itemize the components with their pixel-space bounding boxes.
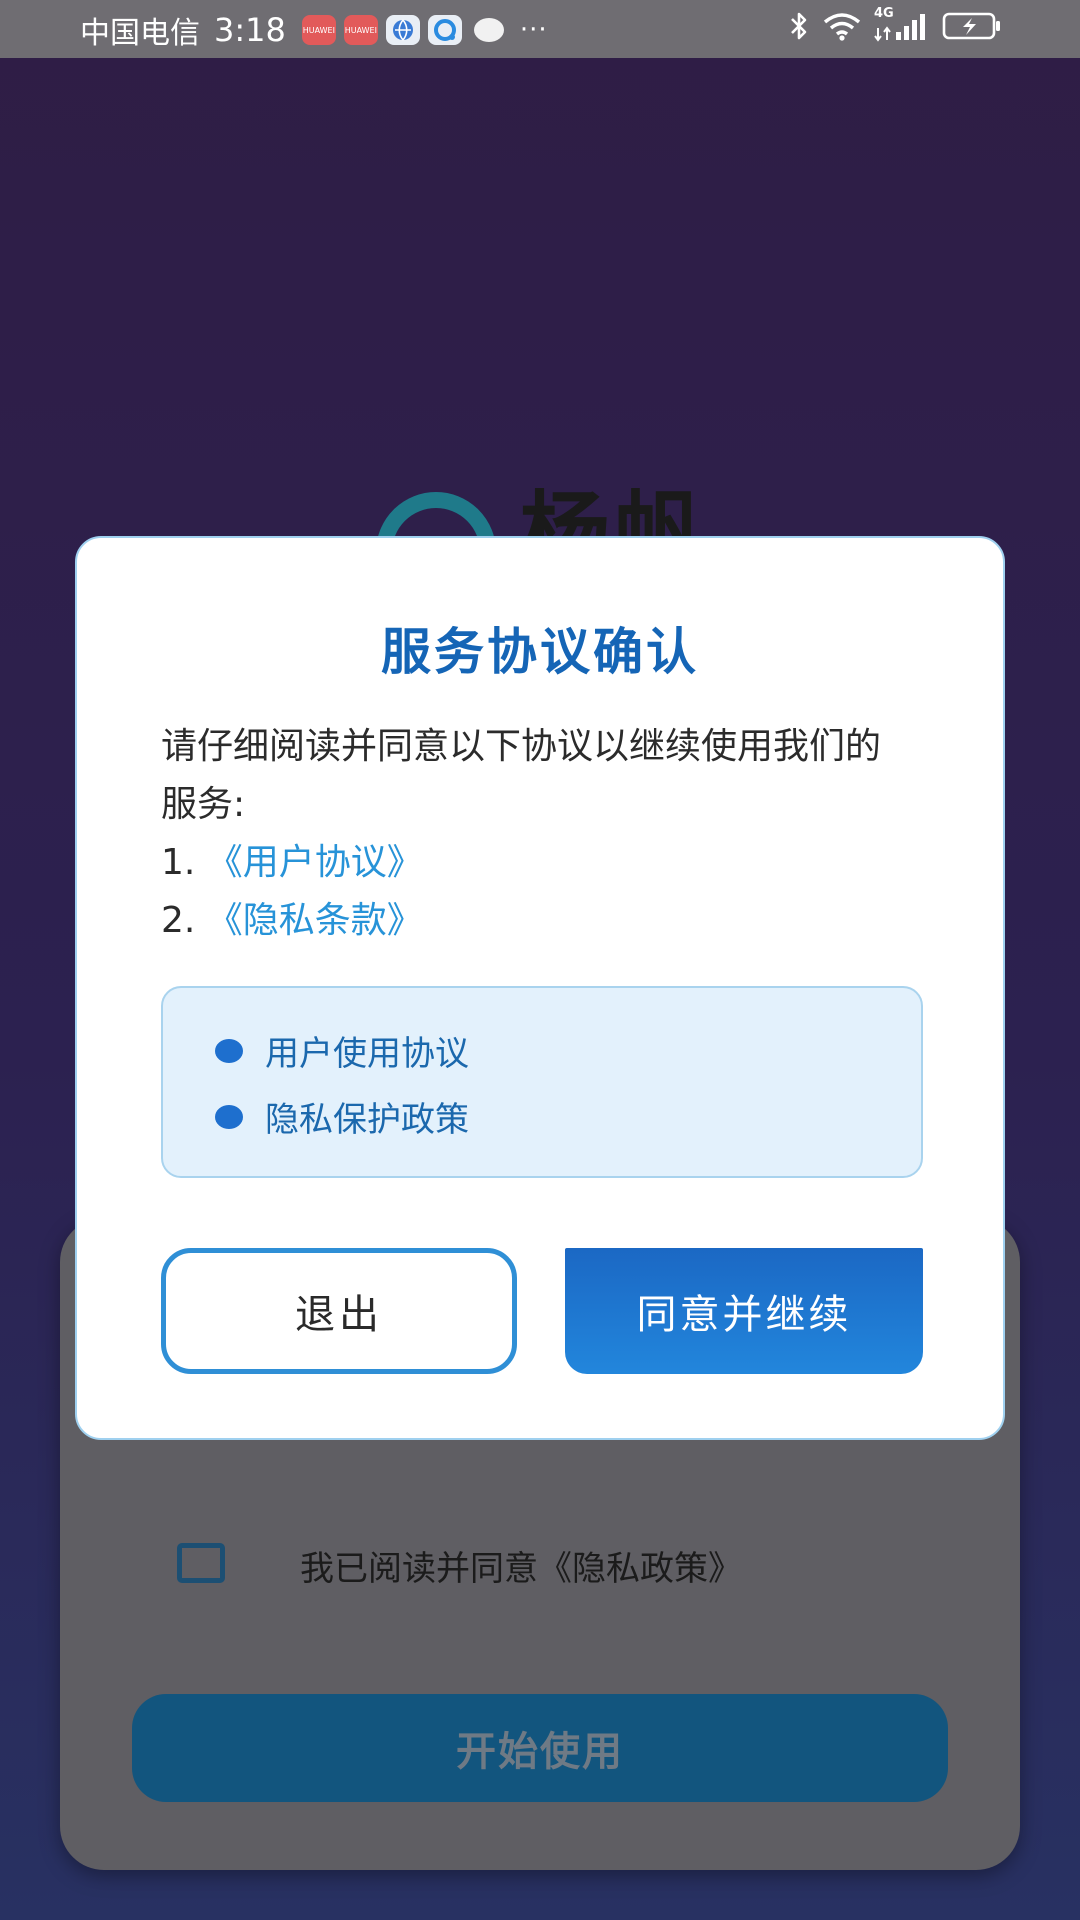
battery-charging-icon xyxy=(942,11,1002,41)
globe-icon xyxy=(385,15,420,45)
exit-button[interactable]: 退出 xyxy=(161,1248,517,1374)
bluetooth-icon xyxy=(788,10,810,42)
wifi-icon xyxy=(822,11,862,41)
summary-item: 用户使用协议 xyxy=(215,1026,469,1075)
4g-signal-icon: 4G xyxy=(874,6,930,42)
bullet-icon xyxy=(215,1038,243,1063)
policy-item-user-agreement: 1. 《用户协议》 xyxy=(161,834,901,892)
dialog-body: 请仔细阅读并同意以下协议以继续使用我们的服务: 1. 《用户协议》 2. 《隐私… xyxy=(161,718,901,950)
more-notifications-icon: ··· xyxy=(519,15,548,45)
summary-item: 隐私保护政策 xyxy=(215,1092,469,1141)
service-agreement-dialog: 服务协议确认 请仔细阅读并同意以下协议以继续使用我们的服务: 1. 《用户协议》… xyxy=(75,536,1005,1440)
dialog-title: 服务协议确认 xyxy=(381,623,699,681)
user-agreement-link[interactable]: 《用户协议》 xyxy=(207,842,423,883)
summary-item-label: 用户使用协议 xyxy=(265,1034,469,1074)
policy-number: 1. xyxy=(161,842,207,883)
policy-item-privacy-terms: 2. 《隐私条款》 xyxy=(161,892,901,950)
status-bar: 中国电信 3:18 HUAWEI HUAWEI ··· 4G xyxy=(0,0,1080,58)
agree-continue-button[interactable]: 同意并继续 xyxy=(565,1248,923,1374)
bullet-icon xyxy=(215,1104,243,1129)
carrier-name: 中国电信 xyxy=(80,16,200,51)
start-button[interactable]: 开始使用 xyxy=(132,1694,948,1802)
huawei-icon: HUAWEI xyxy=(301,15,336,45)
privacy-checkbox[interactable] xyxy=(177,1543,225,1583)
privacy-agree-label[interactable]: 我已阅读并同意《隐私政策》 xyxy=(300,1541,742,1590)
huawei-icon: HUAWEI xyxy=(343,15,378,45)
policy-number: 2. xyxy=(161,900,207,941)
status-time: 3:18 xyxy=(214,11,286,49)
qq-browser-icon xyxy=(427,15,462,45)
privacy-terms-link[interactable]: 《隐私条款》 xyxy=(207,900,423,941)
dialog-intro-text: 请仔细阅读并同意以下协议以继续使用我们的服务: xyxy=(161,726,882,825)
message-icon xyxy=(473,18,504,42)
summary-item-label: 隐私保护政策 xyxy=(265,1100,469,1140)
agreement-summary-box: 用户使用协议 隐私保护政策 xyxy=(161,986,923,1178)
